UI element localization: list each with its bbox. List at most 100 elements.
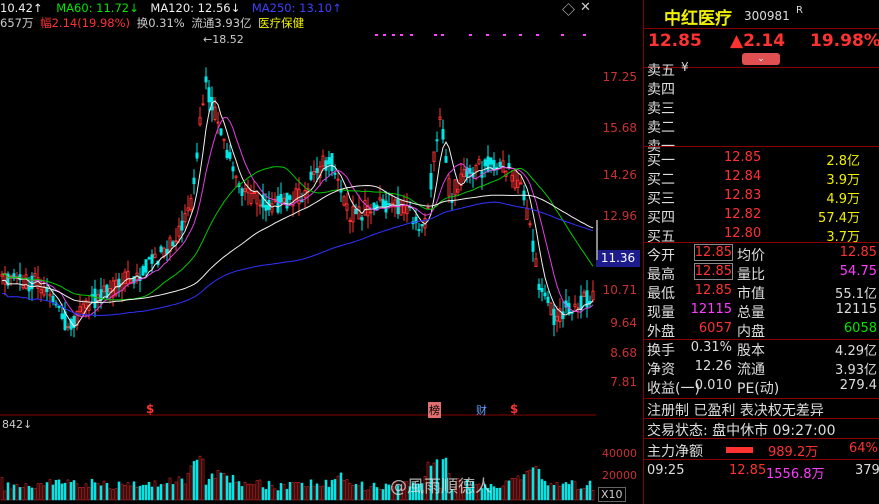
candle-body [402,205,406,214]
candle-body [249,192,253,204]
candle-body [309,171,313,180]
candle-body [552,308,556,326]
volume-bar [243,481,247,501]
candle-body [270,203,274,213]
volume-bar [180,478,184,501]
volume-bar [195,459,199,501]
stat-label: PE(动) [737,381,780,397]
candle-body [321,155,325,167]
candle-body [528,223,532,226]
candle-body [282,197,286,203]
candle-body [294,188,298,201]
candlestick-chart[interactable] [0,0,596,504]
volume-bar [498,487,502,501]
volume-bar [567,484,571,501]
stat-label: 收益(一) [647,381,700,397]
volume-bar [144,484,148,501]
stat-value: 12.85 [693,263,734,280]
candle-body [183,212,187,223]
order-row-buy3: 买三 12.83 4.9万 [644,186,879,207]
tick-time: 09:25 [647,463,685,478]
volume-bar [579,488,583,501]
signal-dot [375,34,378,36]
candle-body [315,168,319,173]
candle-body [351,206,355,223]
signal-dot [519,34,522,36]
volume-bar [558,485,562,501]
volume-bar [585,485,589,501]
volume-bar [102,480,106,501]
registration-flag: R [796,5,803,16]
volume-bar [291,482,295,501]
candle-body [477,159,481,165]
volume-bar [255,480,259,501]
candle-body [171,241,175,247]
volume-bar [87,486,91,501]
volume-bar [153,480,157,501]
signal-dot [486,34,489,36]
volume-bar [123,485,127,501]
volume-bar [171,484,175,501]
volume-bar [21,486,25,501]
candle-body [378,197,382,201]
candle-body [369,211,373,214]
volume-bar [528,469,532,501]
event-marker-rank[interactable]: 榜 [428,402,441,418]
peak-price-label: ←18.52 [203,33,244,46]
candle-body [60,313,64,319]
volume-bar [42,485,46,501]
volume-bar [213,477,217,501]
volume-bar [561,483,565,501]
volume-bar [72,480,76,501]
candle-body [216,121,220,124]
volume-bar [3,490,7,501]
candle-body [573,303,577,308]
scroll-indicator[interactable] [596,220,598,260]
volume-bar [108,488,112,501]
candle-body [345,203,349,211]
stock-code: 300981 [744,9,790,23]
volume-bar [177,476,181,501]
volume-bar [588,480,592,501]
volume-bar [282,484,286,501]
candle-body [201,103,205,106]
volume-bar [129,485,133,501]
stat-row: 净资 12.26 流通 3.93亿 [644,357,879,378]
candle-body [78,306,82,313]
volume-bar [225,475,229,501]
moving-average-lines [1,100,594,327]
peak-price-value: 18.52 [212,33,244,46]
candle-body [342,196,346,206]
stat-value: 6057 [698,321,732,336]
candlesticks [0,67,595,338]
candle-body [195,152,199,159]
volume-bar [258,479,262,501]
event-marker-dividend-2[interactable]: $ [510,402,518,416]
candle-body [24,274,28,289]
volume-bar [495,488,499,501]
event-marker-finance[interactable]: 财 [476,402,487,418]
volume-bar [54,479,58,501]
volume-bar [201,458,205,501]
volume-bar [543,480,547,501]
volume-bar [36,483,40,501]
volume-bar [162,484,166,501]
kline-chart-pane[interactable]: 10.42↑ MA60: 11.72↓ MA120: 12.56↓ MA250:… [0,0,596,504]
event-marker-dividend[interactable]: $ [146,402,154,416]
volume-bar [168,477,172,501]
volume-bar [576,489,580,501]
candle-body [93,288,97,309]
candle-body [258,204,262,207]
stat-value: 12.85 [839,245,877,260]
volume-bar [105,483,109,501]
volume-bar [159,484,163,501]
candle-body [555,315,559,322]
candle-body [63,311,67,330]
candle-body [462,168,466,177]
candle-body [48,293,52,297]
candle-body [126,270,130,285]
volume-bar [315,483,319,501]
candle-body [234,175,238,179]
signal-dot [583,34,586,36]
candle-body [591,290,595,301]
